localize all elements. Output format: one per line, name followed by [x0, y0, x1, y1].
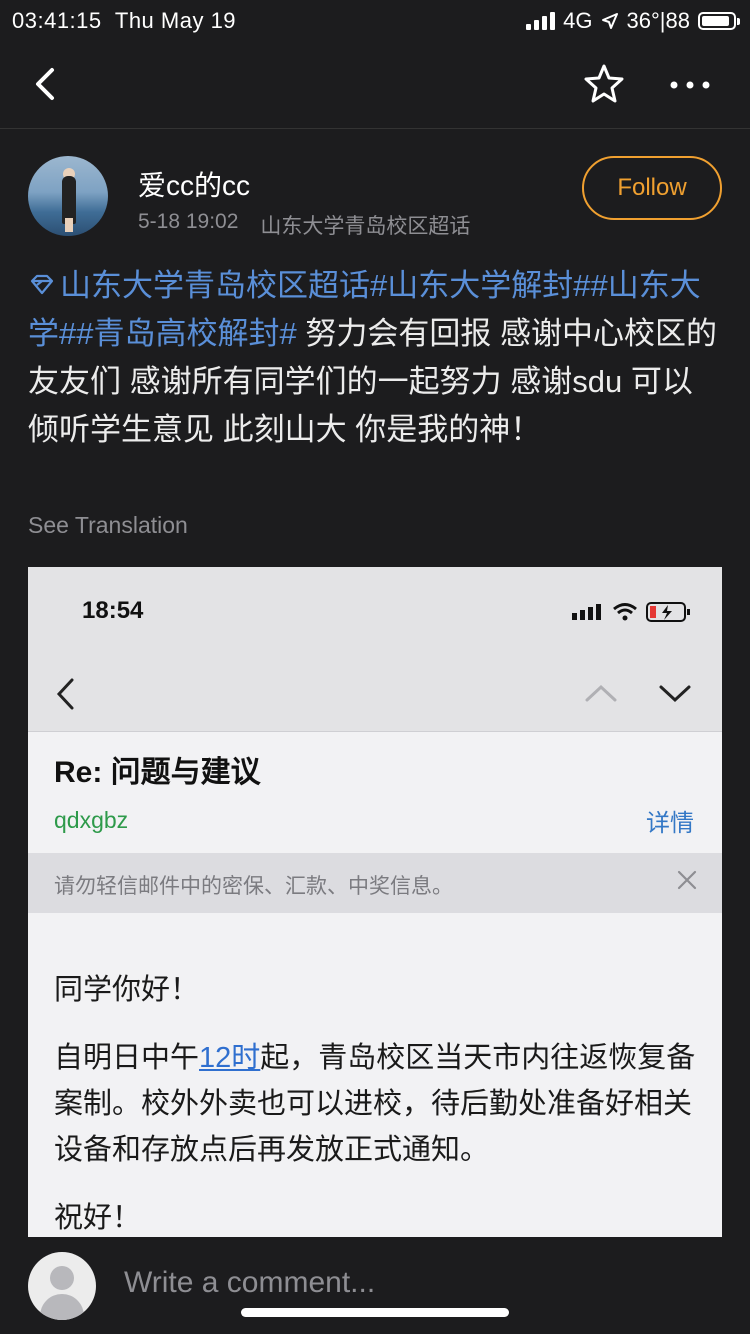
super-topic-link[interactable]: 山东大学青岛校区超话	[28, 268, 370, 303]
email-warning-banner: 请勿轻信邮件中的密保、汇款、中奖信息。	[28, 853, 722, 913]
status-indicators: 4G 36°|88	[526, 8, 740, 34]
top-nav	[0, 44, 750, 129]
email-closing: 祝好！	[54, 1202, 142, 1234]
hashtag-link[interactable]: #青岛高校解封#	[76, 316, 296, 351]
more-icon[interactable]	[668, 70, 712, 100]
author-name[interactable]: 爱cc的cc	[138, 164, 250, 204]
temperature-battery-label: 36°|88	[626, 8, 690, 33]
battery-low-icon	[646, 602, 690, 622]
embedded-time: 18:54	[82, 597, 144, 624]
email-paragraph: 自明日中午12时起，青岛校区当天市内往返恢复备案制。校外外卖也可以进校，待后勤处…	[54, 1042, 696, 1166]
email-sender: qdxgbz	[54, 807, 129, 833]
chevron-left-icon[interactable]	[28, 64, 68, 104]
post-meta: 5-18 19:02 山东大学青岛校区超话	[138, 210, 470, 240]
wifi-icon	[613, 603, 637, 621]
time-link: 12时	[199, 1042, 261, 1074]
embedded-status-bar: 18:54	[28, 567, 722, 655]
hashtag-link[interactable]: #山东大学解封#	[370, 268, 590, 303]
home-indicator	[241, 1308, 509, 1317]
battery-icon	[698, 12, 740, 30]
signal-icon	[572, 604, 601, 620]
post-text: 山东大学青岛校区超话#山东大学解封##山东大学##青岛高校解封# 努力会有回报 …	[28, 262, 718, 454]
comment-input[interactable]: Write a comment...	[124, 1266, 375, 1300]
follow-button[interactable]: Follow	[582, 156, 722, 220]
see-translation-link[interactable]: See Translation	[28, 512, 188, 539]
email-body: 同学你好！ 自明日中午12时起，青岛校区当天市内往返恢复备案制。校外外卖也可以进…	[54, 967, 704, 1237]
author-avatar[interactable]	[28, 156, 108, 236]
post-topic[interactable]: 山东大学青岛校区超话	[260, 210, 470, 240]
diamond-icon	[30, 274, 54, 295]
status-bar: 03:41:15 Thu May 19 4G 36°|88	[0, 0, 750, 44]
post-image[interactable]: 18:54 Re: 问题与建议 qdxgbz 详情 请勿轻信邮件中的密保、汇款、…	[28, 567, 722, 1237]
status-time-date: 03:41:15 Thu May 19	[12, 8, 237, 33]
email-greeting: 同学你好！	[54, 974, 200, 1006]
embedded-nav	[28, 655, 722, 732]
email-details-link: 详情	[646, 810, 694, 837]
network-label: 4G	[563, 8, 593, 33]
chevron-left-icon	[56, 678, 74, 710]
post-timestamp: 5-18 19:02	[138, 210, 239, 233]
user-avatar	[28, 1252, 96, 1320]
star-icon[interactable]	[582, 62, 626, 106]
email-subject: Re: 问题与建议	[54, 756, 261, 789]
warning-text: 请勿轻信邮件中的密保、汇款、中奖信息。	[54, 875, 453, 898]
close-icon	[677, 870, 697, 890]
chevron-up-icon	[585, 684, 617, 702]
location-arrow-icon	[601, 13, 618, 29]
signal-icon	[526, 12, 556, 30]
chevron-down-icon	[659, 685, 691, 703]
